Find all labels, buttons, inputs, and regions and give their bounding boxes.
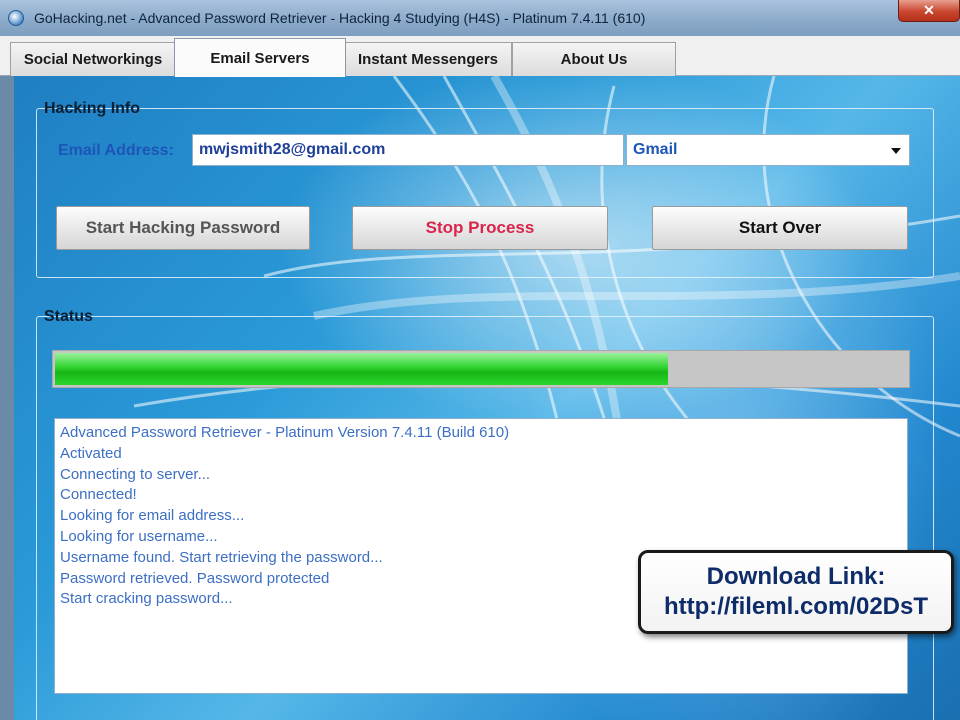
stop-process-label: Stop Process <box>425 218 535 237</box>
download-link-title: Download Link: <box>706 563 886 590</box>
log-line: Looking for username... <box>60 527 218 545</box>
tab-instant-messengers[interactable]: Instant Messengers <box>344 42 512 76</box>
email-provider-value: Gmail <box>633 141 678 158</box>
app-globe-icon <box>8 10 24 26</box>
tab-email-servers[interactable]: Email Servers <box>174 38 346 77</box>
chevron-down-icon <box>891 148 901 154</box>
status-label: Status <box>44 308 93 325</box>
tab-social-networkings[interactable]: Social Networkings <box>10 42 176 76</box>
stop-process-button[interactable]: Stop Process <box>352 206 608 250</box>
progress-bar-fill <box>55 353 668 385</box>
log-line: Looking for email address... <box>60 507 245 525</box>
download-link-overlay: Download Link: http://fileml.com/02DsT <box>638 550 954 634</box>
tab-strip: Social Networkings Email Servers Instant… <box>0 36 960 77</box>
close-icon: ✕ <box>923 2 935 18</box>
download-link-url: http://fileml.com/02DsT <box>663 593 929 620</box>
log-line: Connecting to server... <box>60 465 211 483</box>
start-hacking-label: Start Hacking Password <box>85 218 281 237</box>
window-titlebar: GoHacking.net - Advanced Password Retrie… <box>0 0 960 36</box>
log-line: Activated <box>60 444 122 462</box>
start-over-label: Start Over <box>738 218 822 237</box>
email-address-label: Email Address: <box>58 142 174 159</box>
log-line: Advanced Password Retriever - Platinum V… <box>60 424 510 441</box>
email-address-input[interactable] <box>192 134 624 166</box>
tab-label: Social Networkings <box>23 51 163 68</box>
tab-label: Instant Messengers <box>357 51 499 68</box>
start-hacking-button[interactable]: Start Hacking Password <box>56 206 310 250</box>
email-provider-select[interactable]: Gmail <box>626 134 910 166</box>
window-title: GoHacking.net - Advanced Password Retrie… <box>34 10 646 26</box>
start-over-button[interactable]: Start Over <box>652 206 908 250</box>
tab-about-us[interactable]: About Us <box>512 42 676 76</box>
hacking-info-label: Hacking Info <box>44 100 141 117</box>
tab-label: Email Servers <box>210 49 310 67</box>
tab-label: About Us <box>560 51 628 68</box>
close-button[interactable]: ✕ <box>898 0 960 22</box>
progress-bar <box>52 350 910 388</box>
log-line: Connected! <box>60 486 137 504</box>
